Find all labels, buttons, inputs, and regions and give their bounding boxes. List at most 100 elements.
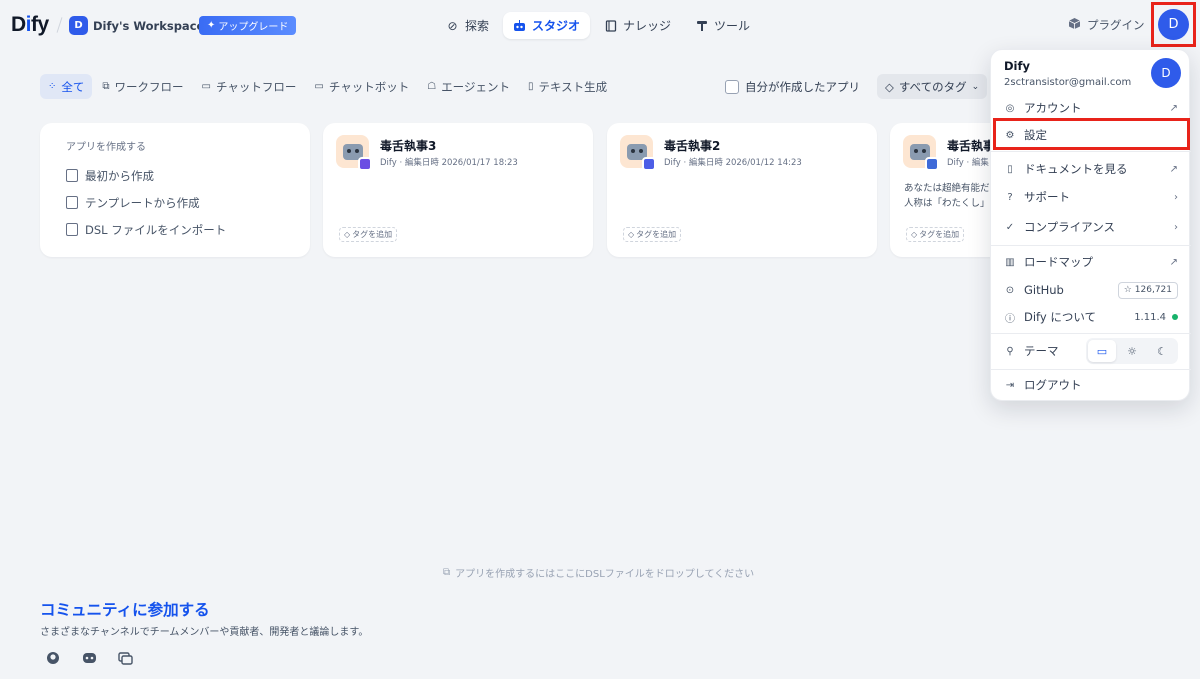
created-by-me-checkbox[interactable] (725, 80, 739, 94)
github-icon[interactable] (45, 650, 61, 666)
dsl-drop-hint: ⧉ アプリを作成するにはここにDSLファイルをドロップしてください (443, 565, 754, 580)
menu-item-label: ログアウト (1024, 378, 1082, 392)
menu-item-label: ロードマップ (1024, 255, 1093, 269)
create-item-label: テンプレートから作成 (85, 195, 200, 210)
sun-icon[interactable]: ☼ (1118, 340, 1146, 362)
discord-icon[interactable] (81, 650, 97, 666)
created-by-me-toggle[interactable]: 自分が作成したアプリ (725, 79, 860, 95)
github-stars-badge: ☆ 126,721 (1117, 281, 1178, 299)
forum-icon[interactable] (117, 650, 133, 666)
filter-chatflow[interactable]: ▭ チャットフロー (194, 74, 305, 99)
app-card[interactable]: 毒舌執事2 Dify · 編集日時 2026/01/12 14:23 ◇ タグを追… (607, 123, 877, 257)
menu-item-logout[interactable]: ⇥ ログアウト (991, 373, 1191, 397)
create-item-label: 最初から作成 (85, 168, 154, 183)
create-from-template-button[interactable]: テンプレートから作成 (66, 189, 284, 216)
community-title: コミュニティに参加する (40, 601, 210, 619)
info-icon: ⓘ (1005, 313, 1015, 325)
menu-item-label: コンプライアンス (1024, 220, 1115, 234)
filter-chatbot[interactable]: ▭ チャットボット (306, 74, 417, 99)
add-tag-button[interactable]: ◇ タグを追加 (339, 227, 398, 242)
add-tag-label: タグを追加 (919, 230, 960, 239)
filter-agent[interactable]: ☖ エージェント (419, 74, 518, 99)
moon-icon[interactable]: ☾ (1148, 340, 1176, 362)
user-avatar-button[interactable]: D (1158, 9, 1189, 40)
tag-filter-label: すべてのタグ (898, 79, 967, 94)
tag-filter-dropdown[interactable]: ◇ すべてのタグ ⌄ (877, 74, 988, 99)
dify-logo[interactable]: Dify (11, 13, 49, 37)
sparkle-icon: ✦ (207, 20, 216, 31)
upgrade-button[interactable]: ✦ アップグレード (199, 16, 297, 35)
workspace-switcher[interactable]: D Dify's Workspace ⌄ (69, 16, 217, 35)
map-icon: ▥ (1005, 256, 1015, 268)
robot-icon (513, 19, 526, 32)
import-dsl-button[interactable]: DSL ファイルをインポート (66, 216, 284, 243)
menu-item-support[interactable]: ? サポート › (991, 185, 1191, 209)
menu-user-email: 2sctransistor@gmail.com (1004, 77, 1132, 88)
menu-item-docs[interactable]: ▯ ドキュメントを見る ↗ (991, 157, 1191, 181)
create-item-label: DSL ファイルをインポート (85, 222, 227, 237)
create-blank-button[interactable]: 最初から作成 (66, 162, 284, 189)
chatflow-icon: ▭ (201, 81, 211, 92)
app-name: 毒舌執事2 (664, 139, 721, 153)
tag-icon: ◇ (911, 230, 918, 239)
filter-label: ワークフロー (114, 79, 184, 94)
menu-item-github[interactable]: ⊙ GitHub ☆ 126,721 (991, 278, 1191, 302)
status-dot (1172, 314, 1178, 320)
menu-item-compliance[interactable]: ✓ コンプライアンス › (991, 215, 1191, 239)
settings-highlight (993, 118, 1190, 150)
menu-item-label: ドキュメントを見る (1024, 162, 1128, 176)
drop-hint-text: アプリを作成するにはここにDSLファイルをドロップしてください (455, 569, 755, 580)
nav-tools[interactable]: ツール (685, 12, 760, 39)
add-tag-button[interactable]: ◇ タグを追加 (906, 227, 965, 242)
menu-item-about[interactable]: ⓘ Dify について 1.11.4 (991, 305, 1191, 329)
menu-item-account[interactable]: ◎ アカウント ↗ (991, 96, 1191, 120)
filter-label: 全て (61, 79, 85, 94)
github-icon: ⊙ (1005, 284, 1015, 296)
book-icon (604, 19, 617, 32)
add-tag-label: タグを追加 (352, 230, 393, 239)
menu-item-theme: ⚲ テーマ ▭ ☼ ☾ (991, 338, 1191, 364)
monitor-icon[interactable]: ▭ (1088, 340, 1116, 362)
menu-user-name: Dify (1004, 59, 1030, 73)
add-tag-button[interactable]: ◇ タグを追加 (623, 227, 682, 242)
version-number: 1.11.4 (1134, 311, 1166, 323)
app-description-line: あなたは超絶有能だ (904, 183, 990, 194)
filter-all[interactable]: ⁘ 全て (40, 74, 93, 99)
external-link-icon: ↗ (1169, 163, 1178, 175)
app-type-filters: ⁘ 全て ⧉ ワークフロー ▭ チャットフロー ▭ チャットボット ☖ エージェント ▯ テ… (40, 74, 615, 99)
community-subtitle: さまざまなチャンネルでチームメンバーや貢献者、開発者と議論します。 (40, 627, 369, 638)
filter-workflow[interactable]: ⧉ ワークフロー (94, 74, 191, 99)
version-info: 1.11.4 (1134, 312, 1178, 323)
main-nav: ⊘ 探索 スタジオ ナレッジ ツール (436, 12, 760, 39)
menu-item-label: Dify について (1024, 310, 1097, 324)
nav-studio[interactable]: スタジオ (503, 12, 591, 39)
chevron-down-icon: ⌄ (971, 81, 980, 92)
menu-item-roadmap[interactable]: ▥ ロードマップ ↗ (991, 250, 1191, 274)
app-type-badge-icon (642, 157, 656, 171)
user-dropdown-menu: Dify 2sctransistor@gmail.com D ◎ アカウント ↗… (990, 49, 1191, 401)
workspace-name: Dify's Workspace (93, 18, 205, 33)
created-by-me-label: 自分が作成したアプリ (745, 80, 860, 94)
app-name: 毒舌執事3 (380, 139, 437, 153)
nav-explore[interactable]: ⊘ 探索 (436, 12, 499, 39)
nav-knowledge[interactable]: ナレッジ (594, 12, 681, 39)
add-tag-label: タグを追加 (636, 230, 677, 239)
menu-divider (991, 369, 1191, 370)
plugin-label: プラグイン (1087, 18, 1145, 32)
menu-item-label: GitHub (1024, 283, 1064, 297)
menu-user-info: Dify 2sctransistor@gmail.com (1004, 59, 1131, 88)
header-divider (56, 17, 63, 33)
app-meta: Dify · 編集日時 2026/01/12 14:23 (664, 158, 802, 168)
menu-item-label: サポート (1024, 190, 1070, 204)
app-description: あなたは超絶有能だ 人称は「わたくし」 (904, 181, 990, 211)
check-circle-icon: ✓ (1005, 221, 1015, 233)
tag-icon: ◇ (628, 230, 635, 239)
plugin-button[interactable]: プラグイン (1068, 17, 1145, 33)
chevron-right-icon: › (1174, 191, 1178, 203)
nav-label: ナレッジ (623, 19, 672, 33)
app-card[interactable]: 毒舌執事3 Dify · 編集日時 2026/01/17 18:23 ◇ タグを追… (323, 123, 593, 257)
filter-text-generation[interactable]: ▯ テキスト生成 (520, 74, 615, 99)
github-stars-count: 126,721 (1134, 285, 1172, 295)
chatbot-icon: ▭ (314, 81, 324, 92)
document-icon: ▯ (527, 81, 534, 92)
